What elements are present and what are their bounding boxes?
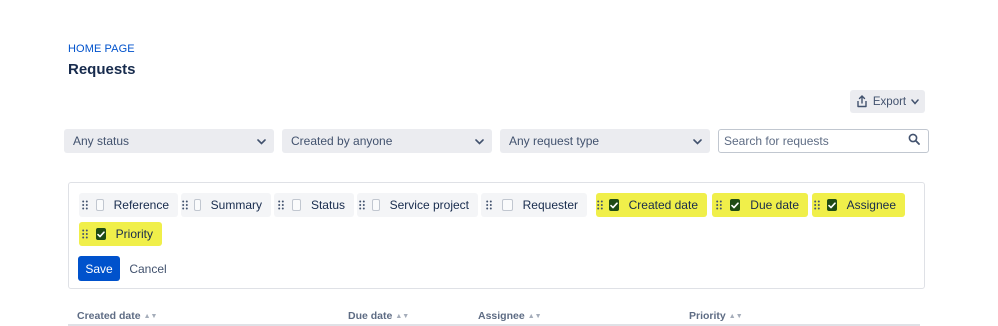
chevron-down-icon	[693, 134, 702, 148]
column-chip-status[interactable]: Status	[274, 193, 354, 217]
column-checkbox[interactable]	[502, 199, 513, 211]
column-header-label: Due date	[348, 310, 393, 322]
column-chip-service-project[interactable]: Service project	[357, 193, 478, 217]
column-checkbox[interactable]	[194, 199, 201, 211]
save-button[interactable]: Save	[78, 256, 120, 281]
column-chip-label: Assignee	[846, 198, 896, 212]
column-chip-summary[interactable]: Summary	[181, 193, 271, 217]
breadcrumb[interactable]: HOME PAGE	[68, 43, 135, 55]
creator-filter-value: Created by anyone	[291, 134, 393, 148]
column-header-label: Created date	[77, 310, 141, 322]
column-chip-created-date[interactable]: Created date	[596, 193, 707, 217]
column-checkbox[interactable]	[730, 199, 741, 211]
column-header-assignee[interactable]: Assignee ▲▼	[478, 310, 542, 322]
drag-handle-icon[interactable]	[712, 200, 725, 210]
column-chip-reference[interactable]: Reference	[79, 193, 178, 217]
column-picker-panel: Reference Summary Status Service project Req…	[68, 182, 925, 289]
sort-icon: ▲▼	[395, 312, 410, 320]
page-title: Requests	[68, 61, 136, 78]
column-chip-due-date[interactable]: Due date	[712, 193, 808, 217]
checkmark-icon	[96, 230, 105, 237]
search-input[interactable]	[724, 134, 894, 148]
column-chip-label: Due date	[750, 198, 799, 212]
request-type-filter-value: Any request type	[509, 134, 600, 148]
sort-icon: ▲▼	[143, 312, 158, 320]
status-filter-select[interactable]: Any status	[64, 129, 274, 153]
status-filter-value: Any status	[73, 134, 130, 148]
drag-handle-icon[interactable]	[357, 200, 367, 210]
creator-filter-select[interactable]: Created by anyone	[282, 129, 492, 153]
sort-icon: ▲▼	[527, 312, 542, 320]
checkmark-icon	[609, 201, 618, 208]
column-header-due-date[interactable]: Due date ▲▼	[348, 310, 409, 322]
chevron-down-icon	[475, 134, 484, 148]
column-checkbox[interactable]	[95, 228, 106, 240]
export-label: Export	[872, 95, 907, 108]
column-header-label: Assignee	[478, 310, 525, 322]
drag-handle-icon[interactable]	[79, 200, 91, 210]
drag-handle-icon[interactable]	[274, 200, 287, 210]
column-chip-label: Status	[310, 198, 345, 212]
sort-icon: ▲▼	[728, 312, 743, 320]
cancel-button[interactable]: Cancel	[125, 256, 171, 281]
column-chip-priority[interactable]: Priority	[79, 222, 162, 246]
search-field[interactable]	[718, 129, 929, 153]
column-chip-requester[interactable]: Requester	[481, 193, 587, 217]
drag-handle-icon[interactable]	[181, 200, 189, 210]
drag-handle-icon[interactable]	[596, 200, 604, 210]
column-chip-label: Priority	[115, 227, 153, 241]
drag-handle-icon[interactable]	[481, 200, 497, 210]
chevron-down-icon	[257, 134, 266, 148]
column-chip-label: Summary	[210, 198, 262, 212]
column-chip-label: Reference	[113, 198, 169, 212]
column-checkbox[interactable]	[826, 199, 837, 211]
chevron-down-icon	[911, 98, 919, 105]
checkmark-icon	[731, 201, 740, 208]
drag-handle-icon[interactable]	[812, 200, 822, 210]
column-checkbox[interactable]	[608, 199, 619, 211]
column-checkbox[interactable]	[372, 199, 380, 211]
column-header-priority[interactable]: Priority ▲▼	[689, 310, 743, 322]
request-type-filter-select[interactable]: Any request type	[500, 129, 710, 153]
column-chip-label: Requester	[522, 198, 578, 212]
column-checkbox[interactable]	[95, 199, 104, 211]
drag-handle-icon[interactable]	[79, 229, 91, 239]
column-header-label: Priority	[689, 310, 726, 322]
column-checkbox[interactable]	[292, 199, 301, 211]
column-chip-assignee[interactable]: Assignee	[812, 193, 905, 217]
export-button[interactable]: Export	[850, 90, 925, 113]
column-header-created-date[interactable]: Created date ▲▼	[77, 310, 157, 322]
checkmark-icon	[827, 201, 836, 208]
column-chip-label: Service project	[389, 198, 469, 212]
column-chip-label: Created date	[628, 198, 698, 212]
share-icon	[856, 95, 868, 108]
search-icon[interactable]	[908, 132, 920, 150]
